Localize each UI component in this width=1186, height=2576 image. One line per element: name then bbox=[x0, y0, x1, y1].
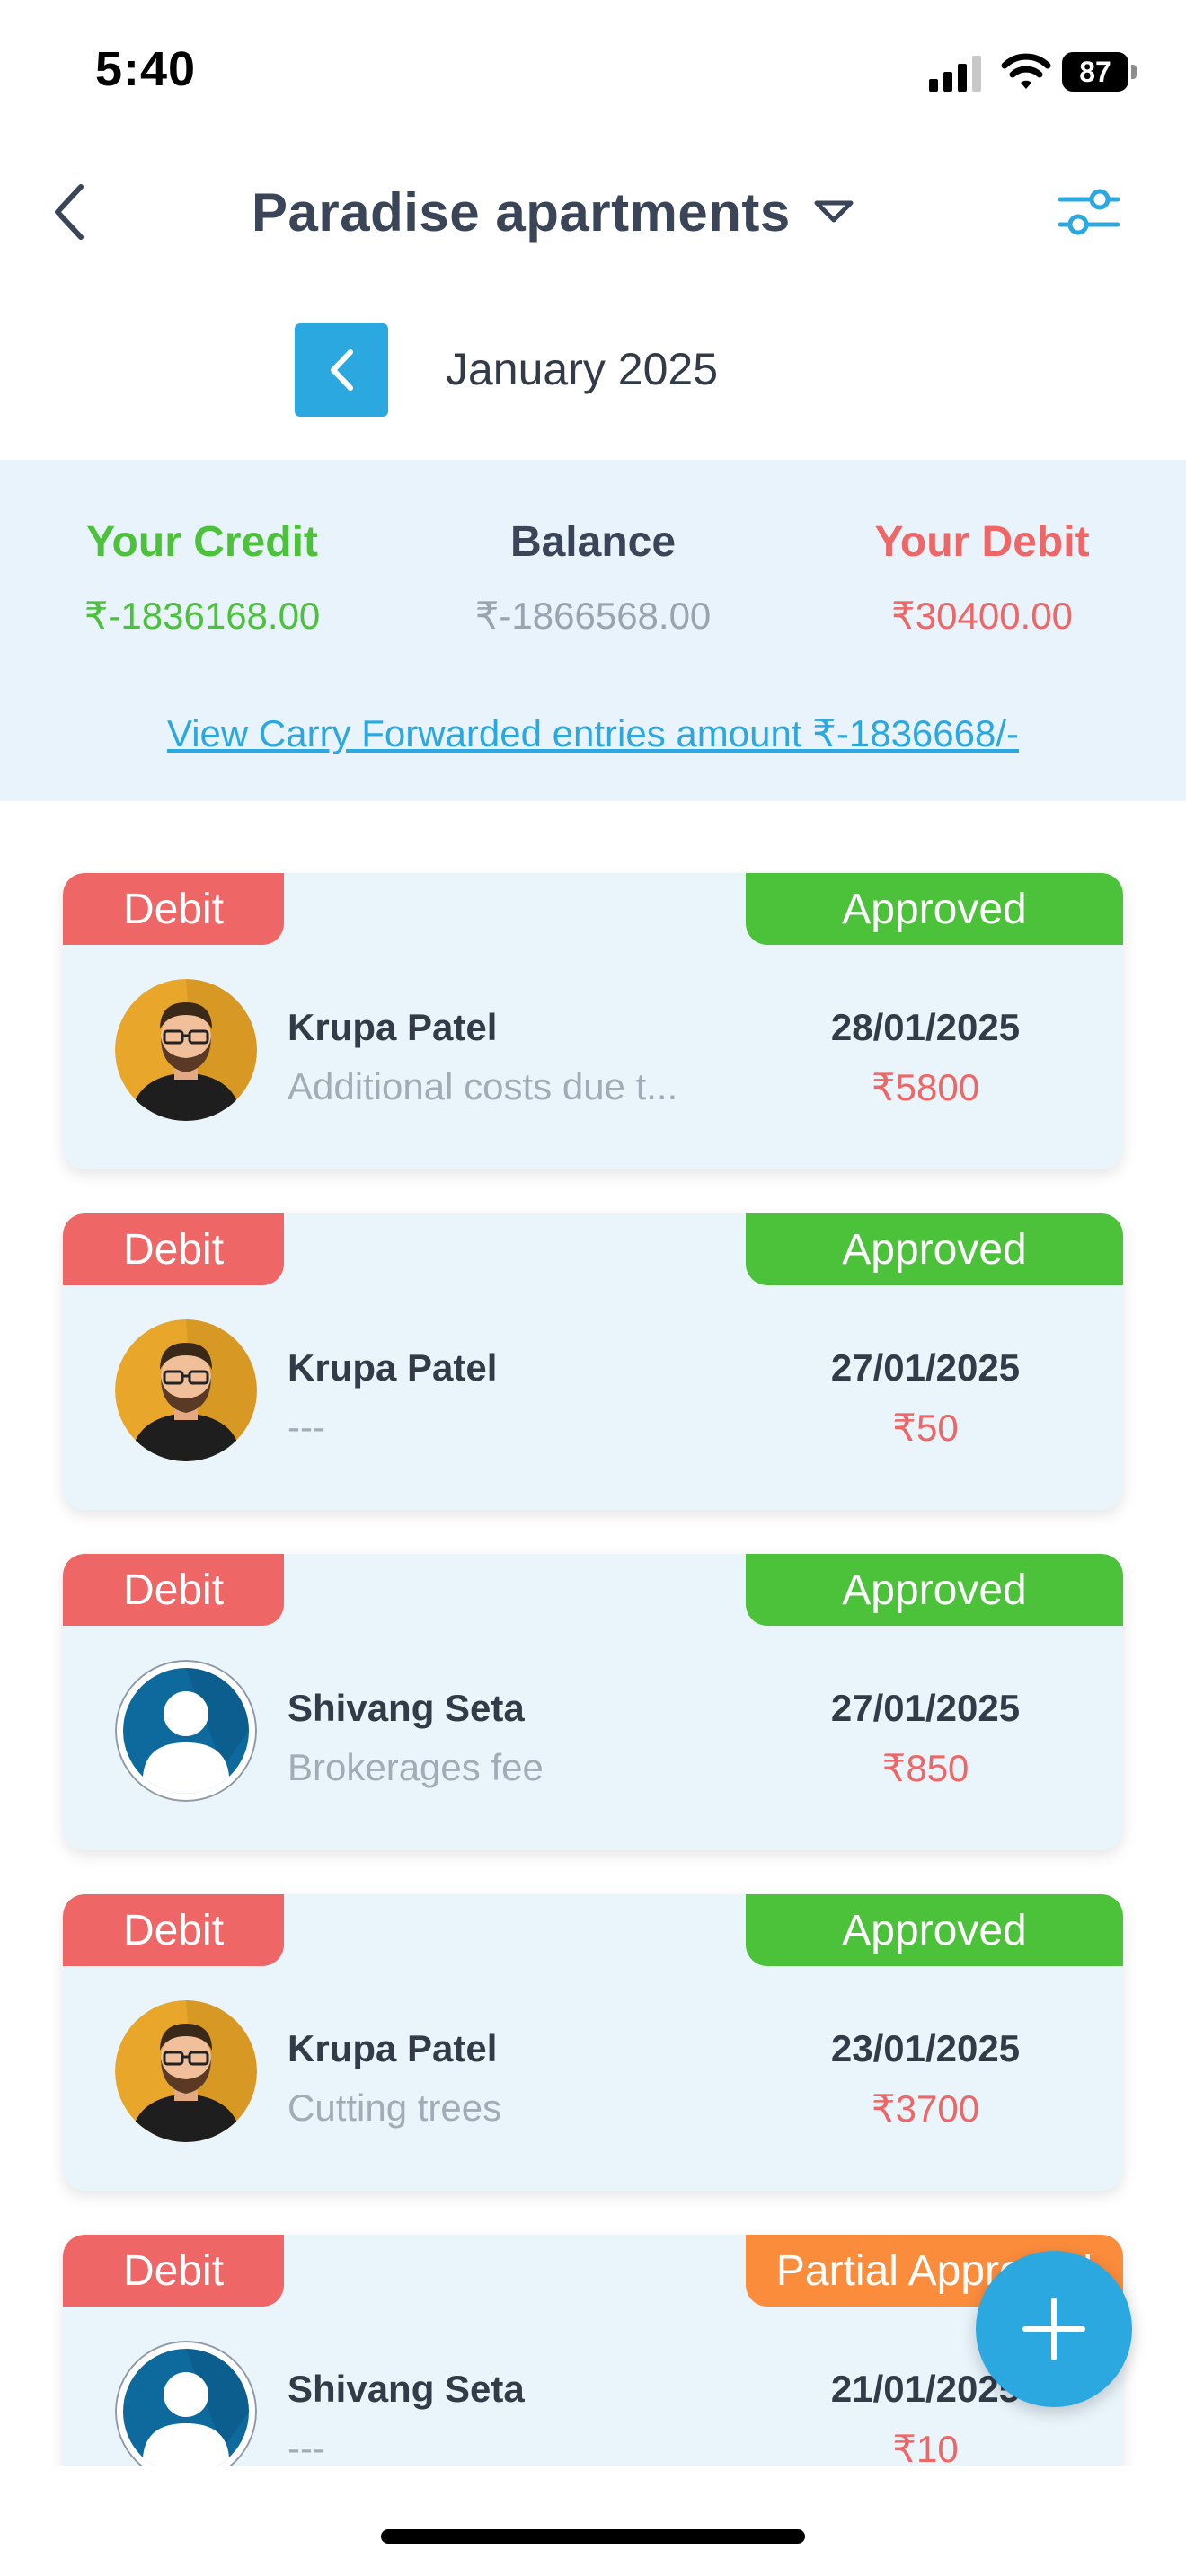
entry-type-badge: Debit bbox=[63, 1894, 284, 1966]
entry-description: --- bbox=[288, 1406, 325, 1448]
entry-date: 28/01/2025 bbox=[830, 1006, 1021, 1048]
carry-forward-link[interactable]: View Carry Forwarded entries amount ₹-18… bbox=[0, 711, 1186, 755]
current-month: January 2025 bbox=[446, 344, 719, 394]
debit-value: ₹30400.00 bbox=[891, 595, 1073, 637]
man-avatar bbox=[115, 1319, 257, 1461]
entry-status-badge: Approved bbox=[746, 1213, 1123, 1285]
sliders-icon bbox=[1058, 189, 1120, 235]
entry-type-badge: Debit bbox=[63, 1554, 284, 1626]
man-avatar bbox=[115, 2000, 257, 2142]
balance-value: ₹-1866568.00 bbox=[474, 595, 712, 637]
page-title: Paradise apartments bbox=[252, 181, 791, 243]
debit-summary: Your Debit ₹30400.00 bbox=[802, 517, 1162, 638]
entry-status-badge: Approved bbox=[746, 1554, 1123, 1626]
entry-date: 23/01/2025 bbox=[830, 2027, 1021, 2069]
entry-description: Additional costs due t... bbox=[288, 1065, 678, 1107]
entry-card[interactable]: Debit Approved Shivang Seta Brokerages f… bbox=[63, 1554, 1123, 1850]
entry-amount: ₹3700 bbox=[871, 2087, 980, 2130]
entry-description: Cutting trees bbox=[288, 2086, 502, 2129]
entry-amount: ₹50 bbox=[892, 1407, 959, 1449]
add-entry-button[interactable] bbox=[976, 2251, 1132, 2407]
entry-date: 27/01/2025 bbox=[830, 1346, 1021, 1389]
entry-amount: ₹10 bbox=[892, 2428, 959, 2466]
entry-description: --- bbox=[288, 2427, 325, 2466]
entry-amount: ₹850 bbox=[881, 1747, 969, 1789]
entry-name: Krupa Patel bbox=[288, 1006, 498, 1048]
filter-button[interactable] bbox=[1053, 180, 1125, 244]
entry-name: Krupa Patel bbox=[288, 1346, 498, 1389]
entry-description: Brokerages fee bbox=[288, 1746, 544, 1788]
credit-value: ₹-1836168.00 bbox=[84, 595, 321, 637]
battery-icon: 87 bbox=[1062, 52, 1139, 92]
battery-level: 87 bbox=[1062, 52, 1128, 92]
entry-date: 27/01/2025 bbox=[830, 1687, 1021, 1729]
entry-card[interactable]: Debit Partial Approved Shivang Seta --- … bbox=[63, 2235, 1123, 2466]
balance-summary-col: Balance ₹-1866568.00 bbox=[413, 517, 773, 638]
status-time: 5:40 bbox=[95, 42, 197, 96]
entry-status-badge: Approved bbox=[746, 873, 1123, 945]
user-avatar bbox=[115, 2341, 257, 2466]
entry-type-badge: Debit bbox=[63, 873, 284, 945]
project-selector[interactable]: Paradise apartments bbox=[252, 176, 854, 248]
wifi-icon bbox=[1001, 53, 1051, 89]
entry-name: Shivang Seta bbox=[288, 2368, 525, 2410]
balance-summary: Your Credit ₹-1836168.00 Balance ₹-18665… bbox=[0, 460, 1186, 801]
entry-card[interactable]: Debit Approved Krupa Patel --- 27/01/202… bbox=[63, 1213, 1123, 1510]
entry-card[interactable]: Debit Approved Krupa Patel Cutting trees… bbox=[63, 1894, 1123, 2191]
previous-month-button[interactable] bbox=[295, 323, 388, 417]
caret-down-icon bbox=[814, 200, 854, 223]
entry-name: Shivang Seta bbox=[288, 1687, 525, 1729]
back-button[interactable] bbox=[40, 180, 97, 244]
user-avatar bbox=[115, 1660, 257, 1802]
entry-type-badge: Debit bbox=[63, 2235, 284, 2307]
plus-icon bbox=[1022, 2298, 1085, 2360]
entries-list[interactable]: Debit Approved Krupa Patel Additional co… bbox=[0, 871, 1186, 2466]
entry-type-badge: Debit bbox=[63, 1213, 284, 1285]
chevron-left-icon bbox=[55, 184, 84, 240]
cellular-signal-icon bbox=[929, 56, 981, 92]
status-bar: 5:40 87 bbox=[0, 0, 1186, 144]
balance-label: Balance bbox=[509, 518, 677, 566]
man-avatar bbox=[115, 979, 257, 1121]
entry-amount: ₹5800 bbox=[871, 1066, 980, 1108]
app-header: Paradise apartments bbox=[0, 162, 1186, 260]
chevron-left-icon bbox=[331, 349, 353, 391]
credit-summary: Your Credit ₹-1836168.00 bbox=[22, 517, 382, 638]
entry-name: Krupa Patel bbox=[288, 2027, 498, 2069]
entry-card[interactable]: Debit Approved Krupa Patel Additional co… bbox=[63, 873, 1123, 1169]
debit-label: Your Debit bbox=[874, 518, 1090, 566]
entry-status-badge: Approved bbox=[746, 1894, 1123, 1966]
home-indicator[interactable] bbox=[381, 2529, 805, 2544]
credit-label: Your Credit bbox=[86, 518, 318, 566]
